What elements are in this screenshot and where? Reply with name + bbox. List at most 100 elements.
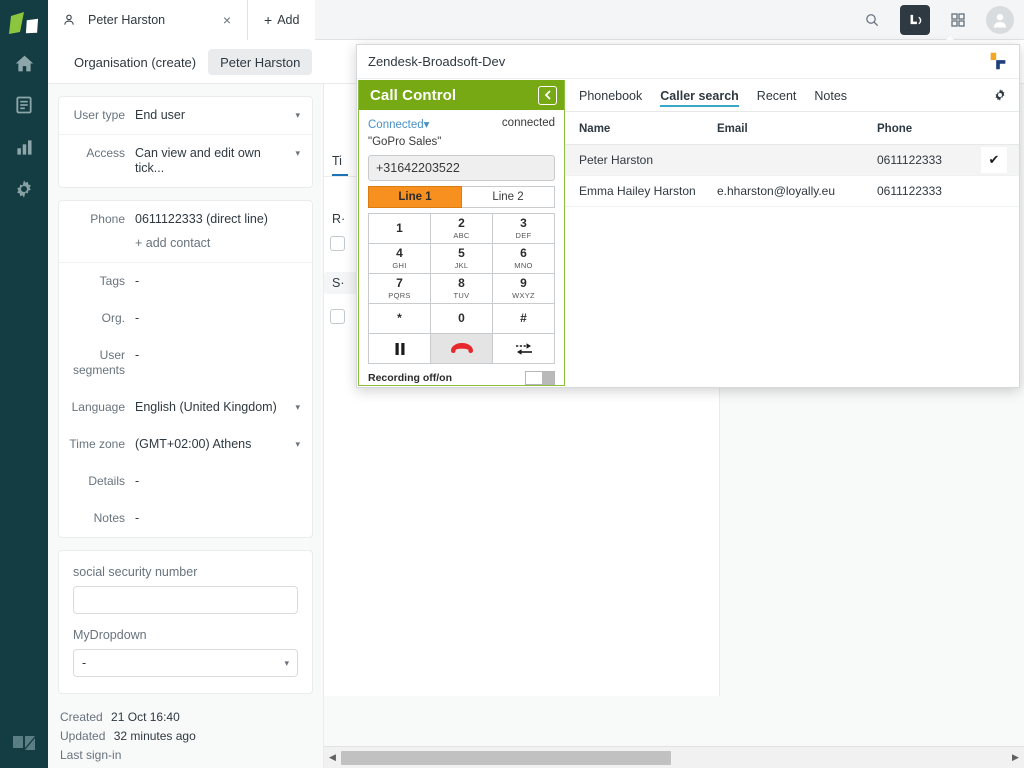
sidebar-item-reporting[interactable]: [0, 126, 48, 168]
tab-phonebook[interactable]: Phonebook: [579, 89, 642, 106]
field-label: User segments: [59, 348, 135, 378]
dialpad-key-6[interactable]: 6 MNO: [493, 244, 555, 274]
dialpad-key-hash[interactable]: #: [493, 304, 555, 334]
meta-last-signin: Last sign-in: [60, 746, 311, 765]
dialpad-key-8[interactable]: 8 TUV: [431, 274, 493, 304]
table-row[interactable]: Emma Hailey Harston e.hharston@loyally.e…: [565, 176, 1019, 207]
recording-toggle[interactable]: [525, 371, 555, 385]
field-language[interactable]: Language English (United Kingdom) ▾: [59, 389, 312, 426]
column-header-name: Name: [565, 123, 717, 135]
caret-placeholder: [288, 348, 300, 350]
caret-placeholder: [288, 474, 300, 476]
zendesk-product-logo-icon: [7, 10, 41, 42]
chevron-left-icon[interactable]: [538, 86, 557, 105]
dialpad-key-0[interactable]: 0: [431, 304, 493, 334]
sidebar-item-admin[interactable]: [0, 168, 48, 210]
ssn-label: social security number: [73, 565, 298, 579]
key-digit: 8: [458, 277, 465, 289]
key-digit: 5: [458, 247, 465, 259]
dialpad-key-2[interactable]: 2 ABC: [431, 214, 493, 244]
loyally-logo-icon: [987, 50, 1009, 75]
dialpad-key-1[interactable]: 1: [369, 214, 431, 244]
search-button[interactable]: [858, 6, 886, 34]
breadcrumb-item-organisation[interactable]: Organisation (create): [62, 49, 208, 75]
field-time-zone[interactable]: Time zone (GMT+02:00) Athens ▾: [59, 426, 312, 463]
sidebar-item-views[interactable]: [0, 84, 48, 126]
mydropdown-select[interactable]: - ▾: [73, 649, 298, 677]
horizontal-scrollbar[interactable]: ◀ ▶: [324, 746, 1024, 768]
tab-recent[interactable]: Recent: [757, 89, 797, 106]
scrollbar-thumb[interactable]: [341, 751, 671, 765]
key-digit: 2: [458, 217, 465, 229]
dialpad-key-4[interactable]: 4 GHI: [369, 244, 431, 274]
chevron-down-icon[interactable]: ▾: [288, 400, 300, 413]
apps-grid-icon: [950, 12, 966, 28]
field-value: -: [135, 311, 288, 326]
key-digit: 6: [520, 247, 527, 259]
field-label: Access: [59, 146, 135, 161]
phone-number-input[interactable]: [368, 155, 555, 181]
broadsoft-app-button[interactable]: [900, 5, 930, 35]
field-label: User type: [59, 108, 135, 123]
scrollbar-track[interactable]: [341, 747, 1007, 768]
line-2-button[interactable]: Line 2: [462, 186, 555, 208]
scroll-right-arrow-icon[interactable]: ▶: [1007, 752, 1024, 763]
left-nav-rail: [0, 0, 48, 768]
dialpad-key-3[interactable]: 3 DEF: [493, 214, 555, 244]
field-access[interactable]: Access Can view and edit own tick... ▾: [59, 135, 312, 187]
scroll-left-arrow-icon[interactable]: ◀: [324, 752, 341, 763]
tab-peter-harston[interactable]: Peter Harston ×: [48, 0, 248, 40]
hangup-button[interactable]: [431, 334, 493, 364]
line-1-button[interactable]: Line 1: [368, 186, 462, 208]
chevron-down-icon[interactable]: ▾: [288, 437, 300, 450]
transfer-button[interactable]: [493, 334, 555, 364]
checkbox[interactable]: [330, 236, 345, 251]
broadsoft-app-icon: [907, 12, 924, 29]
user-avatar-button[interactable]: [986, 6, 1014, 34]
key-letters: TUV: [454, 291, 470, 300]
ssn-input[interactable]: [73, 586, 298, 614]
chevron-down-icon[interactable]: ▾: [288, 146, 300, 159]
tab-caller-search[interactable]: Caller search: [660, 89, 739, 107]
key-letters: MNO: [514, 261, 532, 270]
user-details-pane: User type End user ▾ Access Can view and…: [48, 84, 324, 768]
apps-grid-button[interactable]: [944, 6, 972, 34]
call-status-row: Connected▾ connected: [368, 117, 555, 131]
dialpad-key-star[interactable]: *: [369, 304, 431, 334]
meta-key: Updated: [60, 727, 105, 746]
bar-chart-icon: [15, 138, 34, 157]
popup-title-bar: Zendesk-Broadsoft-Dev: [357, 45, 1019, 79]
gear-icon[interactable]: [993, 88, 1007, 107]
connection-dropdown[interactable]: Connected▾: [368, 117, 429, 131]
chevron-down-icon[interactable]: ▾: [288, 108, 300, 121]
close-icon[interactable]: ×: [219, 12, 235, 28]
caret-placeholder: [288, 212, 300, 214]
search-icon: [864, 12, 880, 28]
caller-name: "GoPro Sales": [368, 136, 555, 148]
dialpad-key-7[interactable]: 7 PQRS: [369, 274, 431, 304]
call-control-title: Call Control: [370, 87, 456, 104]
sidebar-item-home[interactable]: [0, 42, 48, 84]
key-digit: 3: [520, 217, 527, 229]
breadcrumb-item-peter-harston[interactable]: Peter Harston: [208, 49, 312, 75]
checkbox[interactable]: [330, 309, 345, 324]
field-value: -: [135, 274, 288, 289]
meta-key: Created: [60, 708, 103, 727]
dialpad-key-5[interactable]: 5 JKL: [431, 244, 493, 274]
pause-button[interactable]: [369, 334, 431, 364]
tab-notes[interactable]: Notes: [814, 89, 847, 106]
select-contact-check-icon[interactable]: ✔: [981, 147, 1007, 173]
add-contact-link[interactable]: + add contact: [135, 236, 288, 251]
table-row[interactable]: Peter Harston 0611122333 ✔: [565, 145, 1019, 176]
app-root: Peter Harston × + Add: [0, 0, 1024, 768]
field-user-type[interactable]: User type End user ▾: [59, 97, 312, 135]
user-avatar-icon: [990, 10, 1010, 30]
dialpad-key-9[interactable]: 9 WXYZ: [493, 274, 555, 304]
call-control-header: Call Control: [359, 80, 564, 110]
custom-fields-card: social security number MyDropdown - ▾: [58, 550, 313, 694]
add-tab-button[interactable]: + Add: [248, 0, 315, 40]
field-value: End user: [135, 108, 288, 123]
obscured-label-s: S·: [332, 276, 345, 290]
phone-block: 0611122333 (direct line) + add contact: [135, 212, 288, 251]
chevron-down-icon: ▾: [284, 658, 289, 669]
